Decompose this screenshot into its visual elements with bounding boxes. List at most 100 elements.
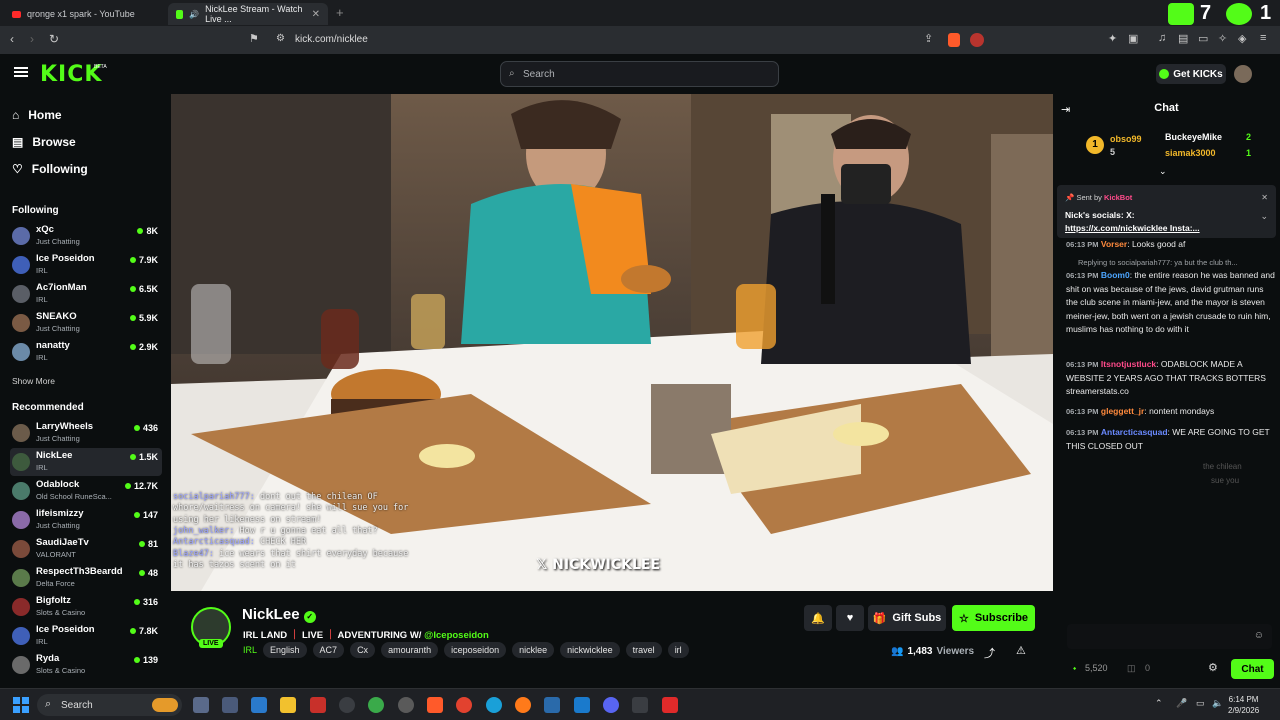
- edge-taskbar-icon[interactable]: [486, 697, 502, 713]
- chrome-taskbar-icon[interactable]: [456, 697, 472, 713]
- message-user[interactable]: Boom0: [1101, 270, 1130, 280]
- share-icon[interactable]: ⤴: [984, 645, 995, 661]
- sidebar-channel[interactable]: RespectTh3Beardd Delta Force 48: [10, 564, 162, 592]
- show-more-link[interactable]: Show More: [12, 376, 55, 386]
- leo-icon[interactable]: ✧: [1218, 32, 1227, 45]
- sidebar-channel[interactable]: SaudiJaeTv VALORANT 81: [10, 535, 162, 563]
- expand-pinned-icon[interactable]: ⌄: [1260, 211, 1268, 222]
- vpn-icon[interactable]: ◈: [1238, 32, 1246, 45]
- sidebar-channel[interactable]: Ac7ionMan IRL 6.5K: [10, 280, 162, 308]
- firefox-taskbar-icon[interactable]: [515, 697, 531, 713]
- sidebar-channel[interactable]: LarryWheels Just Chatting 436: [10, 419, 162, 447]
- chat-settings-icon[interactable]: ⚙: [1208, 661, 1218, 674]
- follow-heart-button[interactable]: ♥: [836, 605, 864, 631]
- send-chat-button[interactable]: Chat: [1231, 659, 1274, 679]
- app-icon[interactable]: [251, 697, 267, 713]
- taskbar-clock[interactable]: 6:14 PM 2/9/2026: [1228, 694, 1259, 716]
- app-icon[interactable]: [662, 697, 678, 713]
- back-icon[interactable]: ‹: [10, 32, 14, 46]
- message-user[interactable]: Antarcticasquad: [1101, 427, 1168, 437]
- tag-chip[interactable]: nickwicklee: [560, 642, 620, 658]
- app-icon[interactable]: [544, 697, 560, 713]
- sidebar-channel[interactable]: nanatty IRL 2.9K: [10, 338, 162, 366]
- search-input[interactable]: ⌕ Search: [500, 61, 779, 87]
- tag-chip[interactable]: English: [263, 642, 307, 658]
- video-player[interactable]: socialpariah777: dont out the chilean OF…: [171, 94, 1053, 591]
- leader-name[interactable]: siamak3000: [1165, 148, 1216, 158]
- sidebar-channel[interactable]: Ice Poseidon IRL 7.8K: [10, 622, 162, 650]
- forward-icon[interactable]: ›: [30, 32, 34, 46]
- nav-following[interactable]: ♡ Following: [12, 162, 88, 176]
- url-field[interactable]: kick.com/nicklee: [295, 34, 368, 45]
- app-icon[interactable]: [368, 697, 384, 713]
- message-user[interactable]: gleggett_jr: [1101, 406, 1144, 416]
- tag-chip[interactable]: iceposeidon: [444, 642, 507, 658]
- message-user[interactable]: Vorser: [1101, 239, 1127, 249]
- brave-rewards-icon[interactable]: [970, 33, 984, 47]
- chat-message[interactable]: 06:13 PM Vorser: Looks good af: [1066, 238, 1276, 252]
- windows-start-icon[interactable]: [13, 697, 29, 713]
- kick-extension-icon[interactable]: [1168, 3, 1194, 25]
- brave-taskbar-icon[interactable]: [427, 697, 443, 713]
- share-icon[interactable]: ⇪: [924, 32, 933, 45]
- chat-input[interactable]: ☺: [1067, 624, 1272, 649]
- site-info-icon[interactable]: ⚙: [276, 33, 285, 44]
- gift-subs-button[interactable]: 🎁 Gift Subs: [868, 605, 946, 631]
- tag-chip[interactable]: travel: [625, 642, 662, 658]
- tray-overflow-icon[interactable]: ⌃: [1155, 698, 1163, 709]
- task-view-icon[interactable]: [193, 697, 209, 713]
- close-tab-icon[interactable]: ✕: [312, 9, 320, 20]
- chat-message[interactable]: 06:13 PM gleggett_jr: nontent mondays: [1066, 405, 1276, 419]
- bookmark-icon[interactable]: ⚑: [249, 32, 259, 45]
- new-tab-icon[interactable]: +: [336, 5, 344, 20]
- notification-bell-button[interactable]: 🔔: [804, 605, 832, 631]
- sidebar-channel[interactable]: lifeismizzy Just Chatting 147: [10, 506, 162, 534]
- tab-youtube[interactable]: qronge x1 spark - YouTube: [4, 3, 166, 25]
- message-user[interactable]: Itsnotjustluck: [1101, 359, 1156, 369]
- sidebar-channel[interactable]: NickLee IRL 1.5K: [10, 448, 162, 476]
- screenshot-icon[interactable]: ▣: [1128, 32, 1138, 45]
- file-explorer-icon[interactable]: [280, 697, 296, 713]
- vscode-taskbar-icon[interactable]: [574, 697, 590, 713]
- chat-message[interactable]: 06:13 PM Boom0: the entire reason he was…: [1066, 269, 1276, 337]
- kicks-balance[interactable]: 0: [1145, 663, 1150, 673]
- app-icon[interactable]: [632, 697, 648, 713]
- taskbar-search[interactable]: ⌕ Search: [37, 694, 182, 716]
- wallet-icon[interactable]: ▭: [1198, 32, 1208, 45]
- network-icon[interactable]: ▭: [1196, 698, 1205, 709]
- brave-shield-icon[interactable]: [948, 33, 960, 47]
- play-extension-icon[interactable]: [1226, 3, 1252, 25]
- sidebar-channel[interactable]: SNEAKO Just Chatting 5.9K: [10, 309, 162, 337]
- channel-points[interactable]: 5,520: [1085, 663, 1108, 673]
- tag-chip[interactable]: amouranth: [381, 642, 439, 658]
- leader-name[interactable]: BuckeyeMike: [1165, 132, 1222, 142]
- sidebar-channel[interactable]: Odablock Old School RuneSca... 12.7K: [10, 477, 162, 505]
- extensions-icon[interactable]: ✦: [1108, 32, 1117, 45]
- app-icon[interactable]: [339, 697, 355, 713]
- streamer-name[interactable]: NickLee ✓: [242, 606, 316, 623]
- tab-kick[interactable]: 🔊 NickLee Stream - Watch Live ... ✕: [168, 3, 328, 25]
- tag-chip[interactable]: nicklee: [512, 642, 555, 658]
- microphone-icon[interactable]: 🎤: [1176, 698, 1187, 709]
- sidebar-channel[interactable]: Ice Poseidon IRL 7.9K: [10, 251, 162, 279]
- leader-name[interactable]: obso99: [1110, 134, 1142, 144]
- app-icon[interactable]: [222, 697, 238, 713]
- tag-chip[interactable]: Cx: [350, 642, 376, 658]
- emoji-icon[interactable]: ☺: [1254, 630, 1264, 641]
- title-mention-link[interactable]: @Iceposeidon: [424, 630, 489, 641]
- tag-chip[interactable]: AC7: [312, 642, 345, 658]
- nav-browse[interactable]: ▤ Browse: [12, 135, 76, 149]
- get-kicks-button[interactable]: Get KICKs: [1156, 64, 1226, 84]
- chat-message[interactable]: 06:13 PM Itsnotjustluck: ODABLOCK MADE A…: [1066, 358, 1276, 399]
- sidebar-channel[interactable]: Ryda Slots & Casino 139: [10, 651, 162, 679]
- pinned-link[interactable]: https://x.com/nickwicklee Insta:...: [1065, 222, 1200, 235]
- chat-message[interactable]: 06:13 PM Antarcticasquad: WE ARE GOING T…: [1066, 426, 1276, 453]
- app-icon[interactable]: [398, 697, 414, 713]
- discord-taskbar-icon[interactable]: [603, 697, 619, 713]
- app-icon[interactable]: [310, 697, 326, 713]
- sidebar-channel[interactable]: Bigfoltz Slots & Casino 316: [10, 593, 162, 621]
- unpin-icon[interactable]: ✕: [1261, 193, 1268, 202]
- media-icon[interactable]: ♫: [1158, 32, 1166, 44]
- hamburger-menu-icon[interactable]: [14, 67, 28, 77]
- menu-icon[interactable]: ≡: [1260, 32, 1266, 44]
